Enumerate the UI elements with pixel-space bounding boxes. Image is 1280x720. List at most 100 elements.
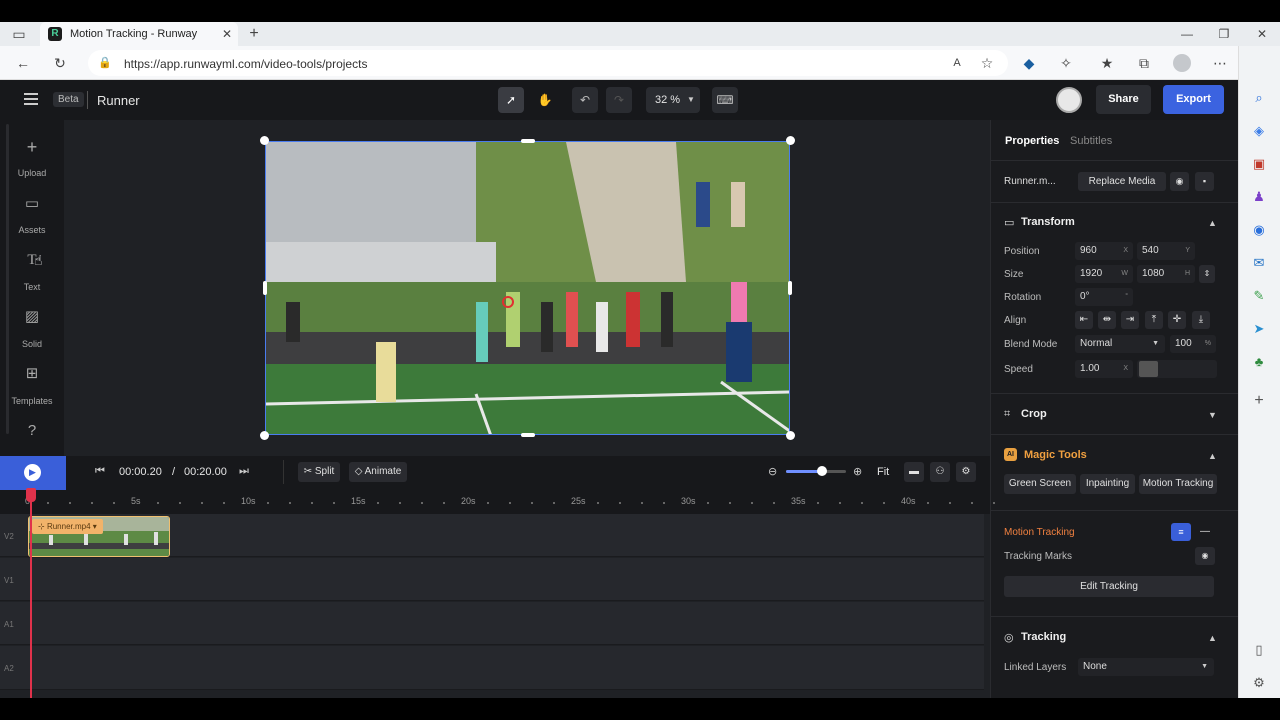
sidebar-games-icon[interactable]: ♟ <box>1249 187 1269 207</box>
track-v1[interactable] <box>0 558 984 601</box>
blend-mode-select[interactable]: Normal ▼ <box>1075 335 1165 353</box>
sidebar-search-icon[interactable]: ⌕ <box>1249 88 1269 108</box>
crop-expand-chevron-down-icon[interactable]: ▼ <box>1208 410 1217 420</box>
inpainting-button[interactable]: Inpainting <box>1080 474 1135 494</box>
tab-properties[interactable]: Properties <box>1005 135 1059 147</box>
upload-icon[interactable]: + <box>20 136 44 158</box>
split-button[interactable]: ✂ Split <box>298 462 340 482</box>
transform-title[interactable]: Transform <box>1021 216 1075 228</box>
clip-label[interactable]: ⊹ Runner.mp4 ▾ <box>32 519 103 534</box>
timeline-zoom-slider[interactable] <box>786 470 846 473</box>
resize-handle-bottom-left[interactable] <box>260 431 269 440</box>
motion-tracking-settings-icon[interactable]: ≡ <box>1171 523 1191 541</box>
text-label[interactable]: Text <box>0 282 64 292</box>
opacity-input[interactable]: 100% <box>1170 335 1216 353</box>
motion-tracking-button[interactable]: Motion Tracking <box>1139 474 1217 494</box>
sidebar-tools-icon[interactable]: ▣ <box>1249 154 1269 174</box>
align-middle-vertical-icon[interactable]: ✛ <box>1168 311 1186 329</box>
magic-tools-collapse-chevron-up-icon[interactable]: ▲ <box>1208 451 1217 461</box>
profile-avatar[interactable] <box>1173 54 1191 72</box>
video-preview[interactable] <box>265 141 790 435</box>
timeline-ruler[interactable] <box>0 490 990 514</box>
fit-button[interactable]: Fit <box>877 466 889 478</box>
sidebar-send-icon[interactable]: ➤ <box>1249 319 1269 339</box>
upload-label[interactable]: Upload <box>0 168 64 178</box>
track-a1[interactable] <box>0 602 984 645</box>
speed-input[interactable]: 1.00 X <box>1075 360 1133 378</box>
sidebar-office-icon[interactable]: ◉ <box>1249 220 1269 240</box>
extensions-puzzle-icon[interactable]: ✧ <box>1055 52 1077 74</box>
resize-handle-top-left[interactable] <box>260 136 269 145</box>
linked-layers-select[interactable]: None ▼ <box>1078 658 1214 676</box>
sidebar-settings-icon[interactable]: ⚙ <box>1249 673 1269 693</box>
hamburger-menu-icon[interactable] <box>24 93 38 105</box>
sidebar-shopping-icon[interactable]: ◈ <box>1249 121 1269 141</box>
replace-media-button[interactable]: Replace Media <box>1078 172 1166 191</box>
templates-label[interactable]: Templates <box>0 396 64 406</box>
lock-layer-icon[interactable]: ▪ <box>1195 172 1214 191</box>
project-name[interactable]: Runner <box>97 93 140 108</box>
tab-actions-icon[interactable]: ▭ <box>8 23 30 45</box>
hand-tool-button[interactable]: ✋ <box>532 87 558 113</box>
resize-handle-top-right[interactable] <box>786 136 795 145</box>
rotation-input[interactable]: 0° ° <box>1075 288 1133 306</box>
lock-icon[interactable]: 🔒 <box>94 52 116 74</box>
resize-handle-left[interactable] <box>263 281 267 295</box>
share-button[interactable]: Share <box>1096 85 1151 114</box>
zoom-in-icon[interactable]: ⊕ <box>853 465 862 478</box>
url-text[interactable]: https://app.runwayml.com/video-tools/pro… <box>124 57 367 71</box>
tracking-collapse-chevron-up-icon[interactable]: ▲ <box>1208 633 1217 643</box>
resize-handle-top[interactable] <box>521 139 535 143</box>
resize-handle-bottom[interactable] <box>521 433 535 437</box>
favorites-icon[interactable]: ★ <box>1096 52 1118 74</box>
animate-button[interactable]: ◇ Animate <box>349 462 407 482</box>
playhead[interactable] <box>30 490 32 698</box>
sidebar-designer-icon[interactable]: ✎ <box>1249 286 1269 306</box>
undo-button[interactable]: ↶ <box>572 87 598 113</box>
edit-tracking-button[interactable]: Edit Tracking <box>1004 576 1214 597</box>
magic-tools-title[interactable]: Magic Tools <box>1024 449 1087 461</box>
tracking-marks-eye-icon[interactable]: ◉ <box>1195 547 1215 565</box>
transform-collapse-chevron-up-icon[interactable]: ▲ <box>1208 218 1217 228</box>
position-x-input[interactable]: 960 X <box>1075 242 1133 260</box>
aspect-lock-icon[interactable]: ⇕ <box>1199 265 1215 283</box>
tracking-title[interactable]: Tracking <box>1021 631 1066 643</box>
export-button[interactable]: Export <box>1163 85 1224 114</box>
sidebar-tree-icon[interactable]: ♣ <box>1249 352 1269 372</box>
select-tool-button[interactable]: ➚ <box>498 87 524 113</box>
favorite-star-icon[interactable]: ☆ <box>976 52 998 74</box>
sidebar-add-icon[interactable]: + <box>1249 391 1269 411</box>
green-screen-button[interactable]: Green Screen <box>1004 474 1076 494</box>
align-top-icon[interactable]: ⤒ <box>1145 311 1163 329</box>
align-right-icon[interactable]: ⇥ <box>1121 311 1139 329</box>
close-window-icon[interactable]: ✕ <box>1251 23 1273 45</box>
back-icon[interactable]: ← <box>12 52 34 74</box>
refresh-icon[interactable]: ↻ <box>49 52 71 74</box>
size-width-input[interactable]: 1920 W <box>1075 265 1133 283</box>
collaborators-icon[interactable]: ⚇ <box>930 462 950 482</box>
playhead-handle[interactable] <box>26 488 36 502</box>
visibility-eye-icon[interactable]: ◉ <box>1170 172 1189 191</box>
align-left-icon[interactable]: ⇤ <box>1075 311 1093 329</box>
assets-label[interactable]: Assets <box>0 225 64 235</box>
sidebar-outlook-icon[interactable]: ✉ <box>1249 253 1269 273</box>
assets-folder-icon[interactable]: ▭ <box>20 193 44 215</box>
skip-to-start-icon[interactable]: ⏮ <box>95 465 105 478</box>
resize-handle-bottom-right[interactable] <box>786 431 795 440</box>
sidebar-layout-icon[interactable]: ▯ <box>1249 640 1269 660</box>
restore-icon[interactable]: ❐ <box>1213 23 1235 45</box>
keyboard-shortcuts-button[interactable]: ⌨ <box>712 87 738 113</box>
solid-label[interactable]: Solid <box>0 339 64 349</box>
help-icon[interactable]: ? <box>20 420 44 442</box>
track-a2[interactable] <box>0 646 984 690</box>
new-tab-icon[interactable]: + <box>243 23 265 45</box>
more-menu-icon[interactable]: ⋯ <box>1209 52 1231 74</box>
minimize-icon[interactable]: — <box>1176 23 1198 45</box>
resize-handle-right[interactable] <box>788 281 792 295</box>
close-tab-icon[interactable]: ✕ <box>216 23 238 45</box>
tab-subtitles[interactable]: Subtitles <box>1070 135 1112 147</box>
redo-button[interactable]: ↷ <box>606 87 632 113</box>
skip-to-end-icon[interactable]: ⏭ <box>239 465 249 478</box>
size-height-input[interactable]: 1080 H <box>1137 265 1195 283</box>
read-aloud-icon[interactable]: A <box>946 52 968 74</box>
